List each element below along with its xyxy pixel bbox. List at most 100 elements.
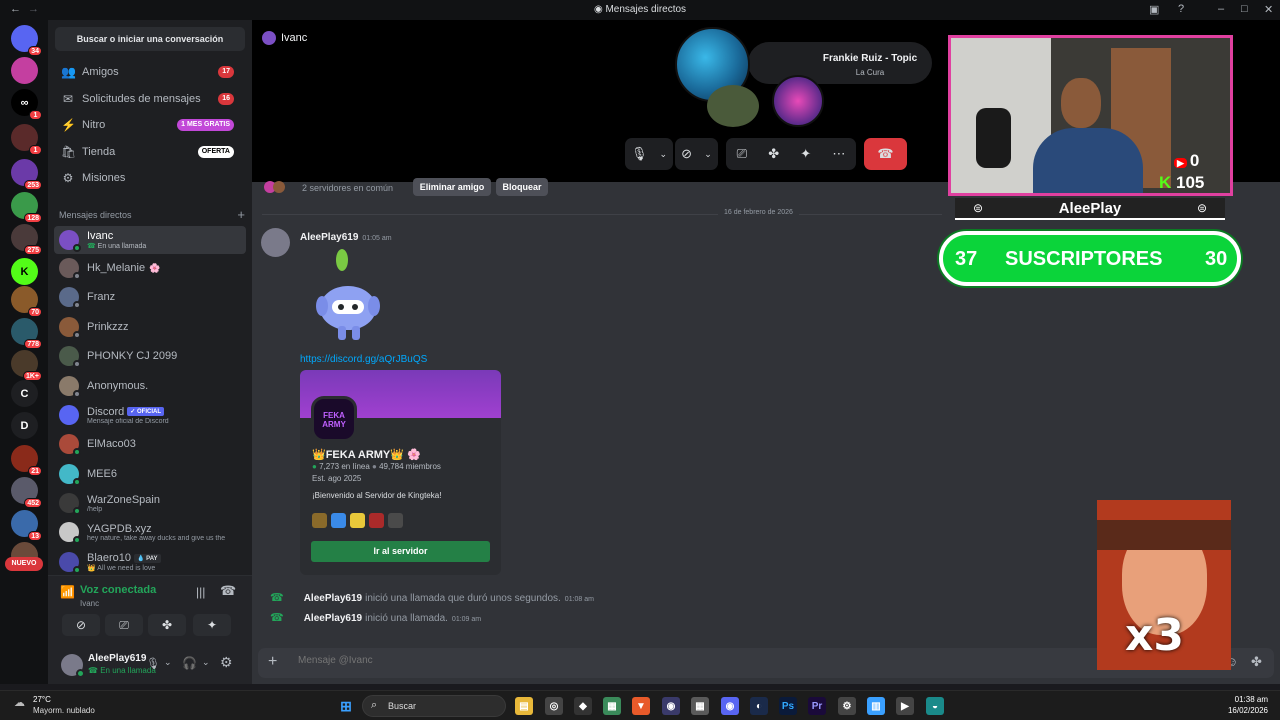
- chevron-down-icon[interactable]: ⌄: [704, 149, 712, 160]
- windows-start-icon[interactable]: ⊞: [337, 697, 355, 715]
- chrome-icon[interactable]: ◎: [545, 697, 563, 715]
- dm-item[interactable]: Hk_Melanie 🌸: [54, 254, 246, 282]
- server-icon[interactable]: 21: [11, 445, 42, 476]
- hangup-button[interactable]: ☎: [864, 138, 907, 170]
- server-icon[interactable]: ∞ 1: [11, 89, 42, 120]
- minimize-icon[interactable]: –: [1218, 3, 1224, 15]
- nav-item-amigos[interactable]: 👥 Amigos 17: [54, 60, 244, 84]
- user-name[interactable]: AleePlay619: [88, 653, 146, 664]
- phone-hangup-icon[interactable]: ☎: [877, 146, 893, 162]
- nav-item-solicitudes[interactable]: ✉ Solicitudes de mensajes 16: [54, 87, 244, 111]
- participant-avatar-small[interactable]: [707, 85, 759, 127]
- dm-item[interactable]: PHONKY CJ 2099: [54, 342, 246, 370]
- brave-icon[interactable]: ▼: [632, 697, 650, 715]
- camera-off-icon[interactable]: ⊘: [681, 146, 692, 162]
- noise-suppression-icon[interactable]: |||: [196, 585, 205, 599]
- media-player-icon[interactable]: ▶: [896, 697, 914, 715]
- weather-desc[interactable]: Mayorm. nublado: [33, 706, 95, 715]
- dm-item[interactable]: Prinkzzz: [54, 313, 246, 341]
- dm-item[interactable]: ElMaco03: [54, 430, 246, 458]
- clock-date[interactable]: 16/02/2026: [1218, 706, 1268, 715]
- activities-icon[interactable]: ✤: [768, 146, 779, 162]
- edge-icon[interactable]: ◒: [926, 697, 944, 715]
- notepad-icon[interactable]: ▥: [867, 697, 885, 715]
- server-icon[interactable]: C: [11, 380, 38, 407]
- apps-icon[interactable]: ✤: [1251, 654, 1262, 670]
- call-header-name[interactable]: Ivanc: [281, 32, 307, 44]
- disconnect-icon[interactable]: ☎: [220, 583, 236, 599]
- weather-temp[interactable]: 27°C: [33, 695, 51, 704]
- server-icon[interactable]: [11, 57, 38, 84]
- server-icon[interactable]: D: [11, 412, 38, 439]
- discord-taskbar-icon[interactable]: ◉: [721, 697, 739, 715]
- steam-icon[interactable]: ◐: [750, 697, 768, 715]
- camera-control[interactable]: ⊘ ⌄: [675, 138, 718, 170]
- close-icon[interactable]: ✕: [1264, 3, 1273, 16]
- mic-control[interactable]: 🎙 ⌄: [625, 138, 673, 170]
- server-icon[interactable]: 1: [11, 124, 42, 155]
- clock-time[interactable]: 01:38 am: [1222, 695, 1268, 704]
- server-icon[interactable]: 34: [11, 25, 42, 56]
- screen-share-icon[interactable]: ⎚: [105, 614, 143, 636]
- screen-share-icon[interactable]: ⎚: [737, 146, 747, 162]
- activities-icon[interactable]: ✤: [148, 614, 186, 636]
- server-icon[interactable]: 13: [11, 510, 42, 541]
- server-icon[interactable]: 70: [11, 286, 42, 317]
- user-avatar[interactable]: [61, 654, 85, 678]
- app-icon[interactable]: ◆: [574, 697, 592, 715]
- invite-link[interactable]: https://discord.gg/aQrJBuQS: [300, 354, 427, 365]
- nav-item-misiones[interactable]: ⚙ Misiones: [54, 166, 244, 190]
- participant-aleeplay-avatar[interactable]: [772, 75, 824, 127]
- server-icon[interactable]: 128: [11, 192, 42, 223]
- message-input[interactable]: [298, 655, 1098, 666]
- remove-friend-button[interactable]: Eliminar amigo: [413, 178, 491, 196]
- chevron-down-icon[interactable]: ⌄: [164, 657, 172, 668]
- call-log-author[interactable]: AleePlay619: [304, 593, 362, 604]
- weather-icon[interactable]: ☁: [14, 696, 25, 709]
- server-icon[interactable]: 1K+: [11, 350, 42, 381]
- dm-item[interactable]: MEE6: [54, 460, 246, 488]
- microphone-icon[interactable]: 🎙: [146, 657, 160, 670]
- add-attachment-icon[interactable]: +: [268, 653, 277, 671]
- message-avatar[interactable]: [261, 228, 290, 257]
- microphone-icon[interactable]: 🎙: [631, 146, 648, 162]
- block-button[interactable]: Bloquear: [496, 178, 548, 196]
- soundboard-icon[interactable]: ✦: [193, 614, 231, 636]
- camera-off-icon[interactable]: ⊘: [62, 614, 100, 636]
- chevron-down-icon[interactable]: ⌄: [202, 657, 210, 668]
- settings-icon[interactable]: ⚙: [838, 697, 856, 715]
- dm-item[interactable]: Ivanc ☎ En una llamada: [54, 226, 246, 254]
- server-icon[interactable]: 452: [11, 477, 42, 508]
- dm-item[interactable]: WarZoneSpain/help: [54, 489, 246, 517]
- call-log-author[interactable]: AleePlay619: [304, 613, 362, 624]
- help-icon[interactable]: ?: [1178, 3, 1184, 15]
- chevron-down-icon[interactable]: ⌄: [659, 149, 667, 160]
- common-servers[interactable]: 2 servidores en común: [302, 183, 393, 193]
- server-icon[interactable]: 253: [11, 159, 42, 190]
- soundboard-icon[interactable]: ✦: [800, 146, 811, 162]
- app-icon[interactable]: ▦: [603, 697, 621, 715]
- more-options-icon[interactable]: ⋯: [832, 146, 845, 162]
- go-to-server-button[interactable]: Ir al servidor: [311, 541, 490, 562]
- server-icon[interactable]: K: [11, 258, 38, 285]
- maximize-icon[interactable]: □: [1241, 3, 1248, 15]
- dm-item[interactable]: Blaero10 💧 PAY 👑 All we need is love: [54, 548, 246, 576]
- taskbar-search[interactable]: ⌕ Buscar: [362, 695, 506, 717]
- calculator-icon[interactable]: ▦: [691, 697, 709, 715]
- add-dm-icon[interactable]: +: [237, 207, 245, 222]
- dm-item[interactable]: Franz: [54, 283, 246, 311]
- nav-item-nitro[interactable]: ⚡ Nitro 1 MES GRATIS: [54, 113, 244, 137]
- settings-gear-icon[interactable]: ⚙: [220, 654, 233, 671]
- voice-status[interactable]: Voz conectada: [80, 584, 156, 596]
- dm-item[interactable]: Discord ✓ OFICIAL Mensaje oficial de Disco…: [54, 401, 246, 429]
- server-icon[interactable]: 778: [11, 318, 42, 349]
- message-author[interactable]: AleePlay619: [300, 232, 358, 243]
- photoshop-icon[interactable]: Ps: [779, 697, 797, 715]
- file-explorer-icon[interactable]: ▤: [515, 697, 533, 715]
- dm-item[interactable]: Anonymous.: [54, 372, 246, 400]
- server-icon[interactable]: 275: [11, 224, 42, 255]
- premiere-icon[interactable]: Pr: [808, 697, 826, 715]
- search-button[interactable]: Buscar o iniciar una conversación: [55, 27, 245, 51]
- inbox-icon[interactable]: ▣: [1149, 3, 1159, 16]
- obs-icon[interactable]: ◉: [662, 697, 680, 715]
